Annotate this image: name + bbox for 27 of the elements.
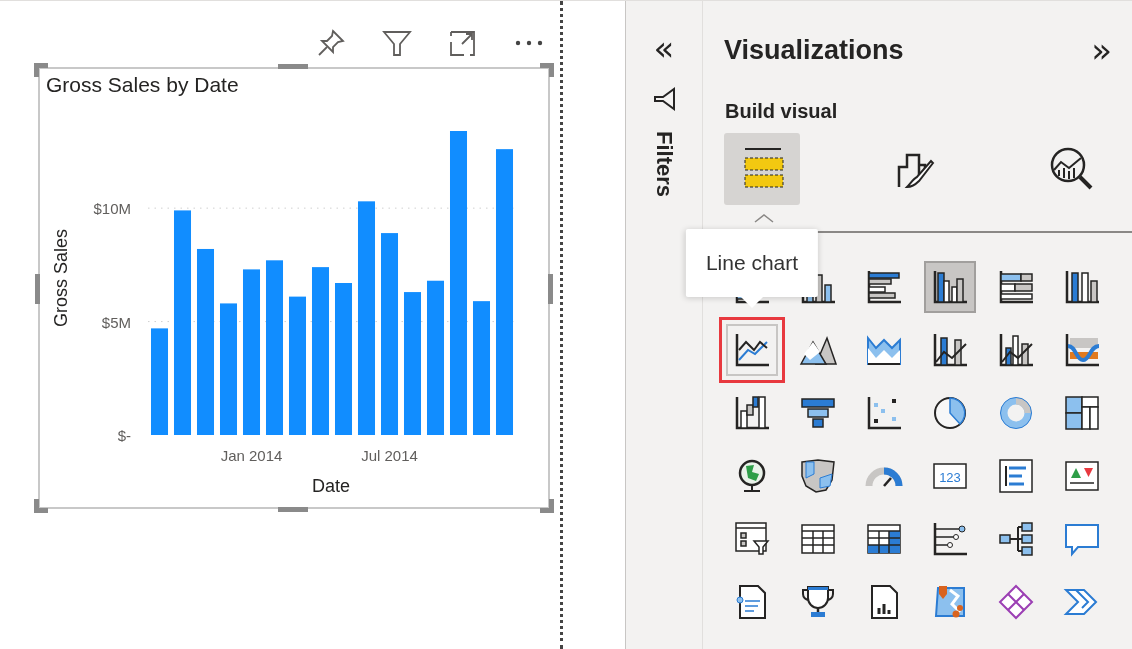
y-tick-label: $-: [117, 427, 131, 444]
resize-handle[interactable]: [540, 499, 554, 513]
x-tick-label: Jan 2014: [220, 447, 283, 464]
visual-title: Gross Sales by Date: [45, 72, 240, 98]
y-tick-label: $5M: [101, 313, 131, 331]
visual-type-button[interactable]: 123: [924, 449, 976, 502]
pane-title: Visualizations: [724, 34, 904, 66]
collapse-button[interactable]: «: [653, 31, 675, 65]
resize-handle[interactable]: [278, 507, 308, 512]
resize-handle[interactable]: [548, 274, 553, 304]
tooltip: Line chart: [685, 229, 819, 297]
expand-button[interactable]: »: [1091, 33, 1112, 67]
resize-handle[interactable]: [540, 63, 554, 77]
y-tick-label: $10M: [93, 200, 131, 218]
x-tick-label: Jul 2014: [361, 447, 418, 464]
filter-icon: [652, 87, 676, 111]
filters-title[interactable]: Filters: [651, 131, 677, 198]
x-axis-title: Date: [312, 476, 350, 496]
visual-type-button[interactable]: [924, 260, 976, 313]
resize-handle[interactable]: [34, 499, 48, 513]
tooltip-pointer: [740, 296, 764, 309]
section-title: Build visual: [724, 99, 839, 123]
caret-icon: [753, 213, 775, 223]
resize-handle[interactable]: [35, 274, 40, 304]
resize-handle[interactable]: [34, 63, 48, 77]
resize-handle[interactable]: [278, 64, 308, 69]
y-axis-title: Gross Sales: [51, 229, 71, 327]
